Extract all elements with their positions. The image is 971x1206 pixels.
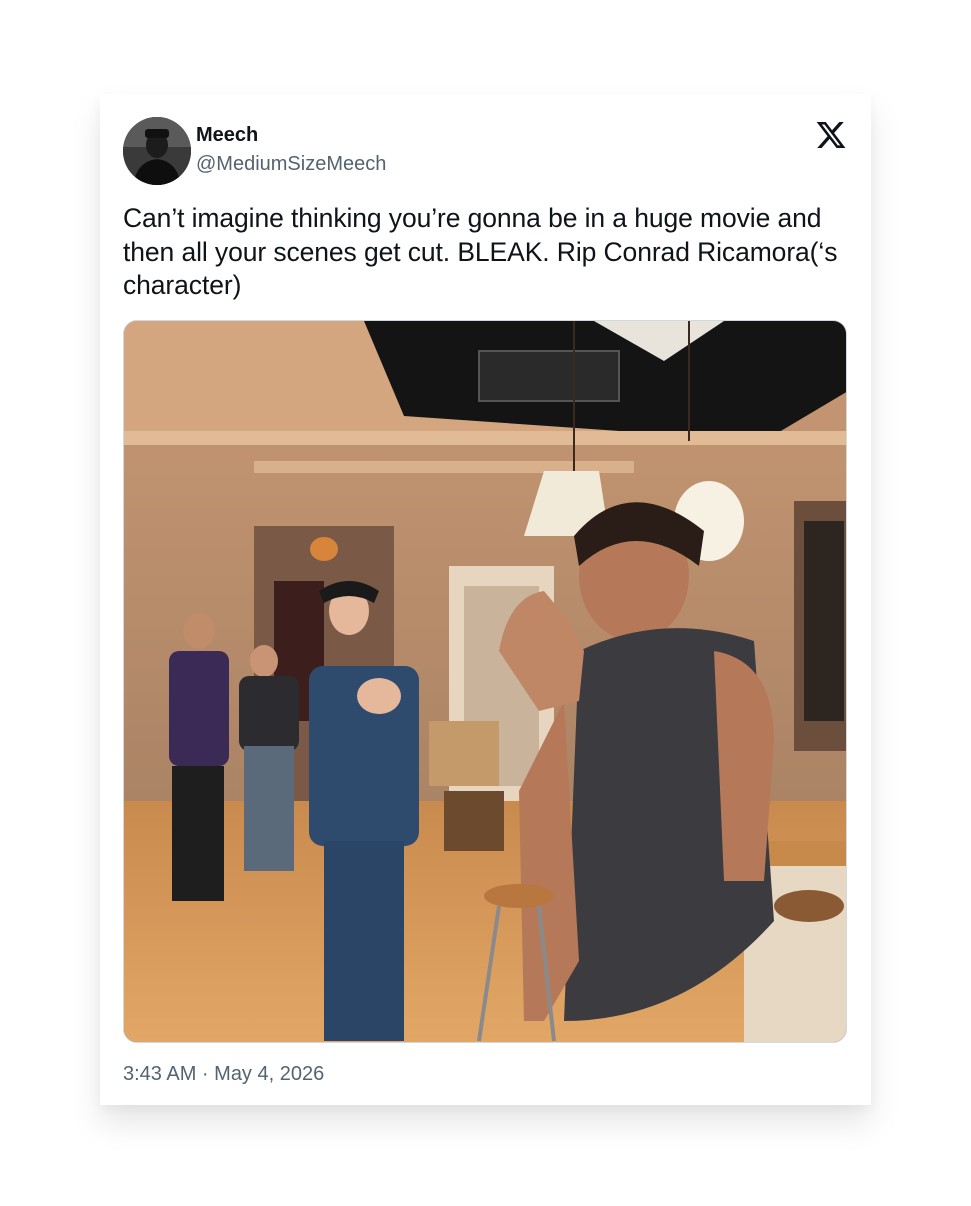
avatar[interactable] — [123, 117, 191, 185]
tweet-card: Meech @MediumSizeMeech Can’t imagine thi… — [100, 94, 871, 1105]
tweet-text: Can’t imagine thinking you’re gonna be i… — [123, 203, 838, 300]
tweet-timestamp[interactable]: 3:43 AM · May 4, 2026 — [123, 1061, 324, 1087]
user-handle[interactable]: @MediumSizeMeech — [196, 151, 386, 177]
tweet-header: Meech @MediumSizeMeech — [123, 117, 848, 185]
author-names: Meech @MediumSizeMeech — [196, 123, 386, 177]
tweet-photo[interactable] — [123, 320, 847, 1043]
x-logo-icon[interactable] — [815, 119, 847, 151]
display-name[interactable]: Meech — [196, 123, 386, 147]
